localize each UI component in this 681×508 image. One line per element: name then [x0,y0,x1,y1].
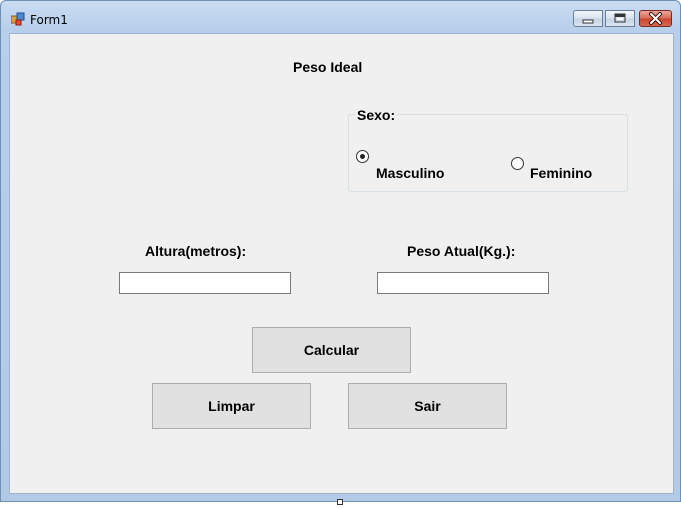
sexo-group-label: Sexo: [355,107,398,123]
caption-buttons [573,10,672,28]
close-icon [649,12,662,25]
maximize-button[interactable] [605,10,635,27]
sexo-groupbox: Sexo: Masculino Feminino [348,107,628,192]
minimize-button[interactable] [573,10,603,27]
altura-input[interactable] [119,272,291,294]
radio-feminino[interactable] [511,157,524,170]
resize-handle[interactable] [337,499,343,505]
radio-feminino-label[interactable]: Feminino [530,165,592,181]
app-window: Form1 Peso Ideal Sexo: Masculino Feminin… [0,0,681,502]
form-app-icon [11,12,25,26]
radio-masculino[interactable] [356,150,369,163]
close-button[interactable] [639,10,672,27]
minimize-icon [582,19,594,24]
peso-atual-label: Peso Atual(Kg.): [407,243,516,259]
radio-masculino-label[interactable]: Masculino [376,165,444,181]
altura-label: Altura(metros): [145,243,247,259]
maximize-icon [614,13,626,23]
sair-button[interactable]: Sair [348,383,507,429]
radio-selected-dot [360,154,365,159]
peso-atual-input[interactable] [377,272,549,294]
page-title: Peso Ideal [293,59,363,75]
form-client-area: Peso Ideal Sexo: Masculino Feminino Altu… [9,33,674,494]
window-title: Form1 [30,13,68,27]
title-bar[interactable]: Form1 [1,1,680,33]
limpar-button[interactable]: Limpar [152,383,311,429]
calcular-button[interactable]: Calcular [252,327,411,373]
